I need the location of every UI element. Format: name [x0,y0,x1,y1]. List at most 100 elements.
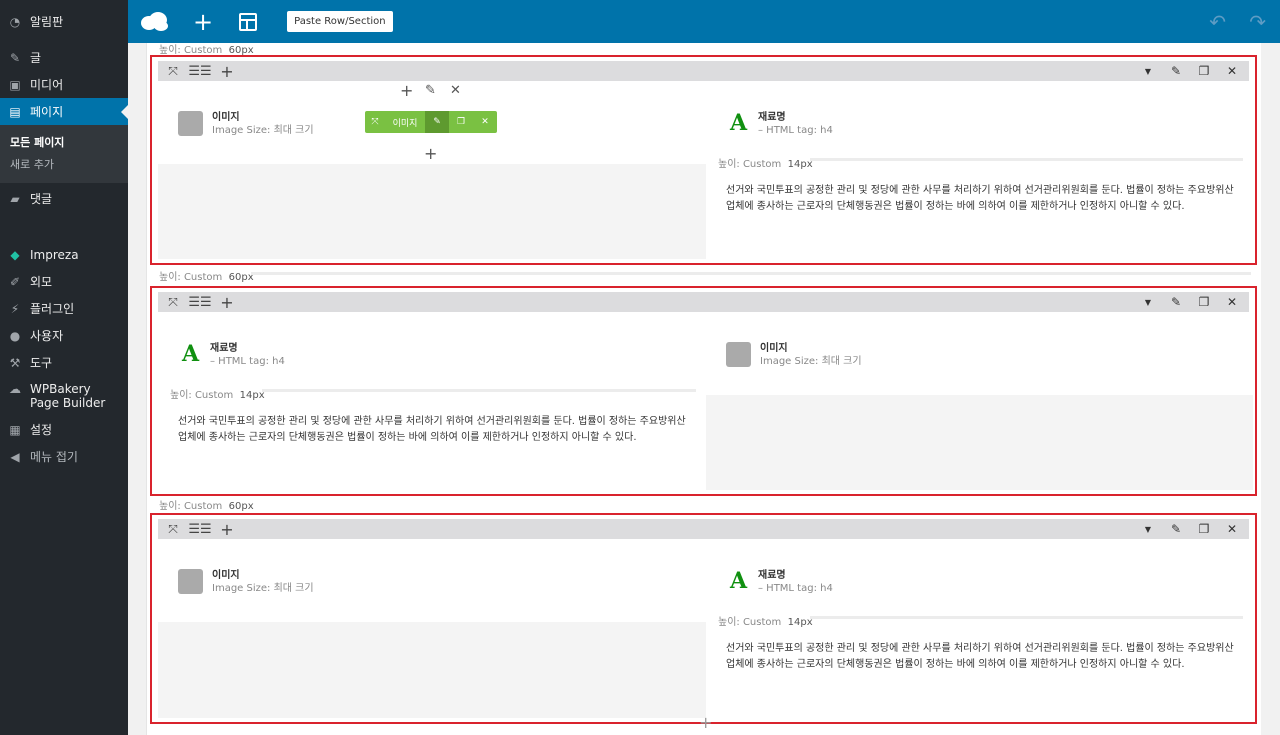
comments-icon: ▰ [10,191,20,206]
add-element-below-icon[interactable]: + [424,146,437,162]
paste-row-button[interactable]: Paste Row/Section [287,11,393,32]
submenu-add-new[interactable]: 새로 추가 [0,153,128,175]
plugin-icon: ⚡ [10,301,20,316]
layout-template-icon[interactable] [239,12,258,31]
element-edit-icon[interactable]: ✎ [425,111,449,133]
undo-icon[interactable]: ↶ [1209,10,1226,34]
row-controls: ⤧ ☰☰ + ▼ ✎ ❐ ✕ [158,519,1249,539]
text-heading-icon: A [181,341,200,367]
media-icon: ▣ [9,77,21,92]
dashboard-icon: ◔ [9,14,21,29]
sidebar-item-media[interactable]: ▣ 미디어 [0,71,128,98]
settings-icon: ▦ [9,422,21,437]
image-placeholder-icon [726,342,751,367]
sidebar-item-settings[interactable]: ▦ 설정 [0,416,128,443]
builder-toolbar: + Paste Row/Section ↶ ↷ [128,0,1280,43]
column-right[interactable]: 이미지 Image Size: 최대 크기 [706,314,1253,490]
sidebar-item-collapse[interactable]: ◀ 메뉴 접기 [0,443,128,470]
sidebar-item-pages[interactable]: ▤ 페이지 [0,98,128,125]
text-block[interactable]: 선거와 국민투표의 공정한 관리 및 정당에 관한 사무를 처리하기 위하여 선… [726,183,1235,215]
cloud-icon: ☁ [9,382,21,396]
row-edit-icon[interactable]: ✎ [1165,293,1187,311]
sidebar-item-posts[interactable]: ✎ 글 [0,44,128,71]
inner-spacer-label[interactable]: 높이: Custom 14px [718,613,813,628]
element-toolbar: ⤧ 이미지 ✎ ❐ ✕ [365,111,497,133]
pages-icon: ▤ [9,104,21,119]
element-move-icon[interactable]: ⤧ [365,111,385,133]
heading-element[interactable]: A 재료명 – HTML tag: h4 [726,569,833,595]
sidebar-item-wpbakery[interactable]: ☁ WPBakery Page Builder [0,376,128,416]
row-add-icon[interactable]: + [218,293,236,312]
pin-icon: ✎ [9,50,21,65]
text-heading-icon: A [729,568,748,594]
heading-element[interactable]: A 재료명 – HTML tag: h4 [178,342,285,368]
add-row-icon[interactable]: + [699,715,712,731]
wpbakery-logo-icon[interactable] [139,11,169,33]
heading-element[interactable]: A 재료명 – HTML tag: h4 [726,111,833,137]
inner-spacer-label[interactable]: 높이: Custom 14px [718,155,813,170]
row-spacer-label: 높이: Custom 60px [159,45,254,56]
add-element-icon[interactable]: + [193,10,213,34]
admin-sidebar: ◔ 알림판 ✎ 글 ▣ 미디어 ▤ 페이지 모든 페이지 새로 추가 ▰ 댓글 … [0,0,128,735]
user-icon: ● [9,328,21,343]
image-placeholder-icon [178,111,203,136]
inner-spacer-label[interactable]: 높이: Custom 14px [170,386,265,401]
row-toggle-icon[interactable]: ▼ [1137,293,1159,311]
redo-icon[interactable]: ↷ [1249,10,1266,34]
row-clone-icon[interactable]: ❐ [1193,520,1215,538]
row-spacer-label: 높이: Custom 60px [159,272,254,283]
text-block[interactable]: 선거와 국민투표의 공정한 관리 및 정당에 관한 사무를 처리하기 위하여 선… [726,641,1235,673]
wrench-icon: ⚒ [9,355,21,370]
row-controls: ⤧ ☰☰ + ▼ ✎ ❐ ✕ [158,61,1249,81]
sidebar-item-comments[interactable]: ▰ 댓글 [0,185,128,212]
builder-canvas: 높이: Custom 60px ⤧ ☰☰ + ▼ ✎ ❐ ✕ 이미지 Image… [146,43,1261,735]
row-layout-icon[interactable]: ☰☰ [188,520,212,538]
row-move-icon[interactable]: ⤧ [164,62,182,80]
column-left[interactable]: 이미지 Image Size: 최대 크기 [158,541,706,718]
text-heading-icon: A [729,110,748,136]
row-controls: ⤧ ☰☰ + ▼ ✎ ❐ ✕ [158,292,1249,312]
row-edit-icon[interactable]: ✎ [1165,520,1187,538]
row-add-icon[interactable]: + [218,62,236,81]
column-right[interactable]: A 재료명 – HTML tag: h4 높이: Custom 14px 선거와… [706,83,1253,259]
row-delete-icon[interactable]: ✕ [1221,62,1243,80]
close-element-icon[interactable]: ✕ [450,84,461,97]
row-clone-icon[interactable]: ❐ [1193,62,1215,80]
row-3[interactable]: ⤧ ☰☰ + ▼ ✎ ❐ ✕ 이미지 Image Size: 최대 크기 A 재… [150,513,1257,724]
image-element[interactable]: 이미지 Image Size: 최대 크기 [726,342,862,368]
image-element[interactable]: 이미지 Image Size: 최대 크기 [178,569,314,595]
row-toggle-icon[interactable]: ▼ [1137,62,1159,80]
row-delete-icon[interactable]: ✕ [1221,293,1243,311]
sidebar-item-users[interactable]: ● 사용자 [0,322,128,349]
row-1[interactable]: ⤧ ☰☰ + ▼ ✎ ❐ ✕ 이미지 Image Size: 최대 크기 + ✎ [150,55,1257,265]
pages-submenu: 모든 페이지 새로 추가 [0,125,128,183]
add-element-above-icon[interactable]: + [400,83,413,99]
image-element[interactable]: 이미지 Image Size: 최대 크기 [178,111,314,137]
row-clone-icon[interactable]: ❐ [1193,293,1215,311]
column-right[interactable]: A 재료명 – HTML tag: h4 높이: Custom 14px 선거와… [706,541,1253,718]
row-move-icon[interactable]: ⤧ [164,293,182,311]
sidebar-item-tools[interactable]: ⚒ 도구 [0,349,128,376]
sidebar-item-plugins[interactable]: ⚡ 플러그인 [0,295,128,322]
sidebar-item-impreza[interactable]: ◆ Impreza [0,241,128,268]
row-delete-icon[interactable]: ✕ [1221,520,1243,538]
row-toggle-icon[interactable]: ▼ [1137,520,1159,538]
row-move-icon[interactable]: ⤧ [164,520,182,538]
edit-element-icon[interactable]: ✎ [425,84,436,97]
column-left[interactable]: 이미지 Image Size: 최대 크기 + ✎ ✕ ⤧ 이미지 ✎ ❐ ✕ … [158,83,706,259]
submenu-all-pages[interactable]: 모든 페이지 [0,131,128,153]
text-block[interactable]: 선거와 국민투표의 공정한 관리 및 정당에 관한 사무를 처리하기 위하여 선… [178,414,688,446]
row-2[interactable]: ⤧ ☰☰ + ▼ ✎ ❐ ✕ A 재료명 – HTML tag: h4 높이: … [150,286,1257,496]
image-placeholder-icon [178,569,203,594]
sidebar-item-dashboard[interactable]: ◔ 알림판 [0,8,128,35]
row-layout-icon[interactable]: ☰☰ [188,293,212,311]
element-delete-icon[interactable]: ✕ [473,111,497,133]
column-left[interactable]: A 재료명 – HTML tag: h4 높이: Custom 14px 선거와… [158,314,706,490]
row-edit-icon[interactable]: ✎ [1165,62,1187,80]
element-clone-icon[interactable]: ❐ [449,111,473,133]
row-spacer-label: 높이: Custom 60px [159,501,254,512]
row-add-icon[interactable]: + [218,520,236,539]
sidebar-item-appearance[interactable]: ✐ 외모 [0,268,128,295]
row-layout-icon[interactable]: ☰☰ [188,62,212,80]
brush-icon: ✐ [9,274,21,289]
